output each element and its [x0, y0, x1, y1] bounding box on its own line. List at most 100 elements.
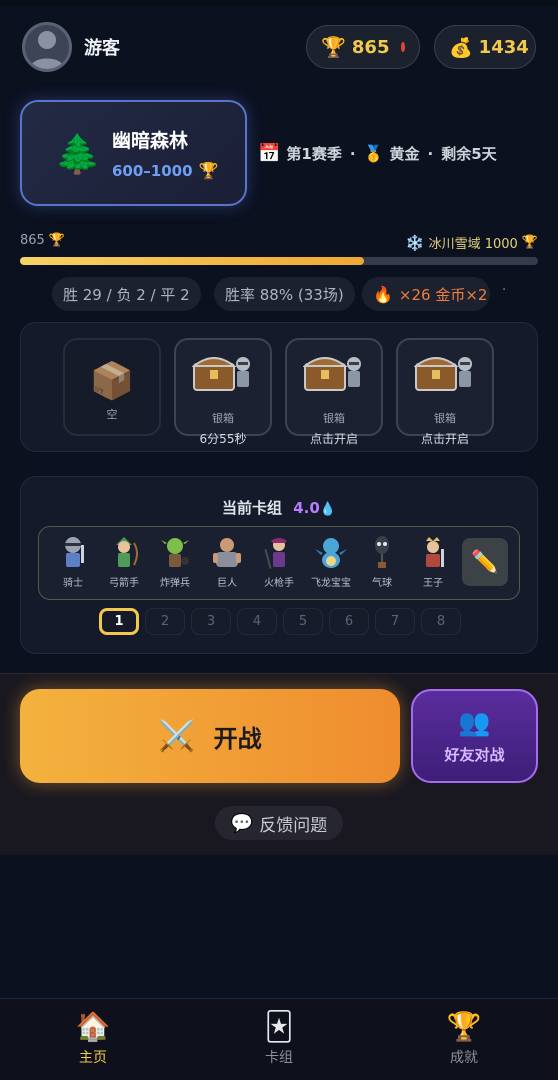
- card-name: 王子: [423, 578, 443, 589]
- edit-deck-button[interactable]: ✏️: [462, 538, 508, 586]
- streak-chip: 🔥 ×26 金币×2: [362, 277, 490, 311]
- nav-label: 卡组: [265, 1050, 293, 1066]
- deck-slot-tab[interactable]: 6: [329, 608, 369, 635]
- more-indicator: ·: [502, 283, 507, 298]
- username: 游客: [84, 38, 120, 59]
- arena-trophy-range: 600–1000 🏆: [112, 161, 218, 180]
- season-info: 📅 第1赛季 · 🥇 黄金 · 剩余5天: [258, 143, 497, 164]
- season-label: 第1赛季: [286, 145, 342, 163]
- separator: ·: [349, 144, 356, 163]
- trophy-icon: 🏆: [198, 161, 219, 180]
- current-trophies-value: 865: [20, 233, 45, 248]
- chest-open-hint: 点击开启: [420, 432, 469, 446]
- money-bag-icon: 💰: [449, 36, 473, 59]
- record-chip: 胜 29 / 负 2 / 平 2: [52, 277, 201, 311]
- chest-slot[interactable]: 银箱: [285, 338, 383, 436]
- pine-tree-icon: 🌲: [54, 132, 102, 176]
- battle-button-label: 开战: [213, 724, 262, 753]
- trophy-icon: 🏆: [48, 233, 66, 248]
- current-trophies: 865 🏆: [20, 233, 65, 248]
- crossed-swords-icon: ⚔️: [158, 718, 196, 754]
- chest-open-hint: 点击开启: [309, 432, 358, 446]
- chest-slot[interactable]: 银箱: [396, 338, 494, 436]
- archer-icon: [106, 534, 142, 572]
- deck-slot-tab[interactable]: 8: [421, 608, 461, 635]
- card-name: 骑士: [63, 578, 83, 589]
- battle-button[interactable]: ⚔️ 开战: [20, 689, 400, 783]
- treasure-chest-icon: [192, 348, 254, 394]
- season-remaining: 剩余5天: [441, 145, 497, 163]
- arena-range-text: 600–1000: [112, 161, 193, 180]
- deck-card[interactable]: 火枪手: [255, 534, 303, 589]
- deck-title-text: 当前卡组: [221, 499, 282, 517]
- deck-slot-tab[interactable]: 5: [283, 608, 323, 635]
- avatar[interactable]: [22, 22, 72, 72]
- deck-card[interactable]: 王子: [409, 534, 457, 589]
- winrate-text: 胜率 88% (33场): [225, 285, 344, 304]
- gold-medal-icon: 🥇: [363, 144, 384, 163]
- fire-icon: 🔥: [373, 284, 393, 304]
- separator: ·: [427, 144, 434, 163]
- goblin-bomber-icon: [157, 534, 193, 572]
- musketeer-icon: [261, 534, 297, 572]
- deck-card[interactable]: 炸弹兵: [151, 534, 199, 589]
- pencil-icon: ✏️: [471, 549, 499, 575]
- chest-label: 银箱: [323, 412, 345, 425]
- giant-icon: [209, 534, 245, 572]
- nav-label: 成就: [450, 1050, 478, 1066]
- trophy-icon: 🏆: [446, 1010, 482, 1043]
- deck-title: 当前卡组 4.0💧: [0, 497, 558, 518]
- chest-label: 银箱: [212, 412, 234, 425]
- card-name: 火枪手: [264, 578, 294, 589]
- season-tier: 黄金: [389, 145, 420, 163]
- arena-name: 幽暗森林: [112, 130, 189, 152]
- nav-item-cards[interactable]: 🃏 卡组: [219, 1010, 339, 1067]
- deck-slot-tab[interactable]: 4: [237, 608, 277, 635]
- chest-label: 银箱: [434, 412, 456, 425]
- user-icon: [30, 31, 64, 69]
- card-name: 炸弹兵: [160, 578, 190, 589]
- deck-card[interactable]: 骑士: [49, 534, 97, 589]
- trophy-counter[interactable]: 🏆 865: [306, 25, 420, 69]
- nav-item-achievements[interactable]: 🏆 成就: [404, 1010, 524, 1067]
- next-arena: ❄️ 冰川雪域 1000 🏆: [406, 233, 538, 253]
- calendar-icon: 📅: [258, 143, 281, 164]
- friend-battle-button[interactable]: 👥 好友对战: [411, 689, 538, 783]
- gold-counter[interactable]: 💰 1434: [434, 25, 536, 69]
- card-name: 气球: [372, 578, 392, 589]
- deck-card[interactable]: 巨人: [203, 534, 251, 589]
- deck-card[interactable]: 弓箭手: [100, 534, 148, 589]
- box-icon: 📦: [89, 361, 135, 402]
- card-name: 巨人: [217, 578, 237, 589]
- deck-card[interactable]: 飞龙宝宝: [307, 534, 355, 589]
- friend-battle-label: 好友对战: [444, 745, 505, 764]
- next-arena-label: 冰川雪域 1000: [428, 237, 518, 252]
- notification-dot: [401, 42, 405, 52]
- card-name: 飞龙宝宝: [311, 578, 351, 589]
- deck-slot-tab[interactable]: 2: [145, 608, 185, 635]
- balloon-icon: [364, 534, 400, 572]
- chest-slot-empty: 📦 空: [63, 338, 161, 436]
- feedback-button[interactable]: 💬 反馈问题: [215, 806, 343, 840]
- nav-item-home[interactable]: 🏠 主页: [33, 1010, 153, 1067]
- chest-timer: 6分55秒: [199, 432, 247, 446]
- chest-slot[interactable]: 银箱: [174, 338, 272, 436]
- trophy-icon: 🏆: [521, 235, 538, 250]
- deck-card[interactable]: 气球: [358, 534, 406, 589]
- record-text: 胜 29 / 负 2 / 平 2: [63, 285, 190, 304]
- baby-dragon-icon: [313, 534, 349, 572]
- streak-text: ×26 金币×2: [398, 285, 488, 304]
- trophy-progress-fill: [20, 257, 364, 265]
- deck-slot-tab[interactable]: 3: [191, 608, 231, 635]
- treasure-chest-icon: [414, 348, 476, 394]
- knight-icon: [55, 534, 91, 572]
- nav-label: 主页: [79, 1050, 107, 1066]
- status-strip: [0, 0, 558, 6]
- gold-count: 1434: [478, 36, 529, 58]
- deck-slot-tab[interactable]: 1: [99, 608, 139, 635]
- deck-slot-tab[interactable]: 7: [375, 608, 415, 635]
- elixir-drop-icon: 💧: [319, 502, 336, 517]
- feedback-label: 反馈问题: [259, 815, 328, 836]
- chest-label: 空: [106, 408, 118, 421]
- deck-elixir-average: 4.0: [293, 499, 320, 517]
